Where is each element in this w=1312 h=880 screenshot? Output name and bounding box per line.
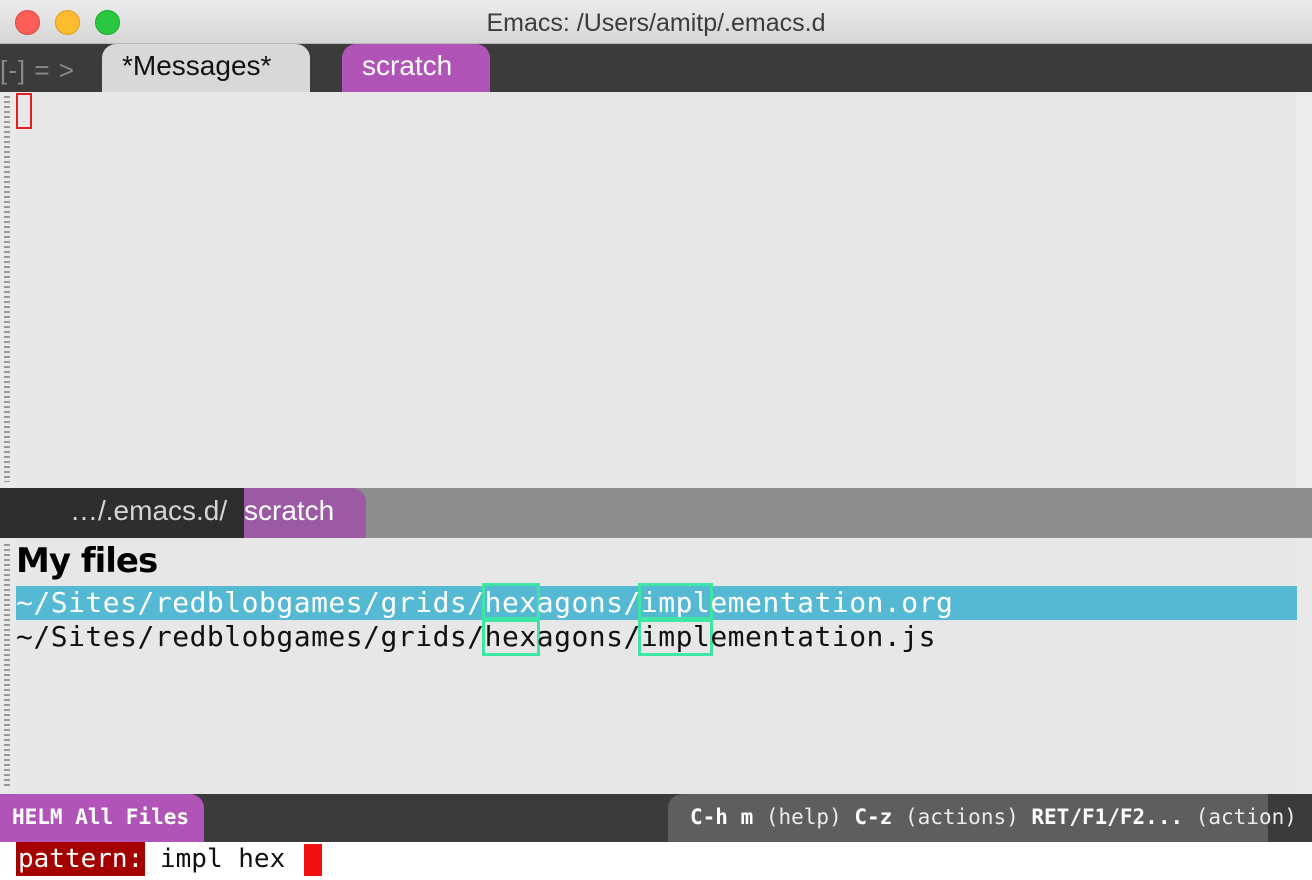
helm-source-name: HELM All Files — [0, 794, 204, 842]
helm-key-help: C-h m (help) C-z (actions) RET/F1/F2... … — [668, 794, 1297, 842]
helm-window — [16, 538, 1296, 794]
text-cursor — [16, 93, 32, 129]
window-title: Emacs: /Users/amitp/.emacs.d — [486, 9, 826, 37]
match-highlight: hex — [481, 617, 540, 656]
match-highlight: impl — [637, 617, 714, 656]
mode-line-buffer-name: scratch — [244, 488, 366, 538]
helm-source-header: My files — [16, 541, 158, 581]
mode-line-upper: …/.emacs.d/ scratch — [0, 488, 1312, 538]
minibuffer-cursor — [304, 844, 322, 876]
mode-line-path: …/.emacs.d/ — [70, 495, 228, 526]
title-bar: Emacs: /Users/amitp/.emacs.d — [0, 0, 1312, 44]
tab-scratch[interactable]: scratch — [342, 44, 490, 92]
scratch-buffer-window[interactable] — [16, 92, 1296, 488]
mode-line-helm: HELM All Files C-h m (help) C-z (actions… — [0, 794, 1312, 842]
tab-bar: [-] = > *Messages* scratch — [0, 44, 1312, 92]
helm-candidate-selected[interactable]: ~/Sites/redblobgames/grids/hexagons/impl… — [16, 583, 1297, 622]
upper-scrollbar[interactable] — [1296, 92, 1312, 488]
minibuffer-prompt: pattern: — [16, 842, 146, 876]
left-fringe-helm — [0, 538, 16, 794]
left-fringe-upper — [0, 92, 16, 488]
tab-messages[interactable]: *Messages* — [102, 44, 310, 92]
minibuffer-input[interactable]: impl hex — [160, 842, 285, 876]
helm-candidate[interactable]: ~/Sites/redblobgames/grids/hexagons/impl… — [16, 617, 936, 656]
tab-navigation[interactable]: [-] = > — [0, 55, 75, 86]
